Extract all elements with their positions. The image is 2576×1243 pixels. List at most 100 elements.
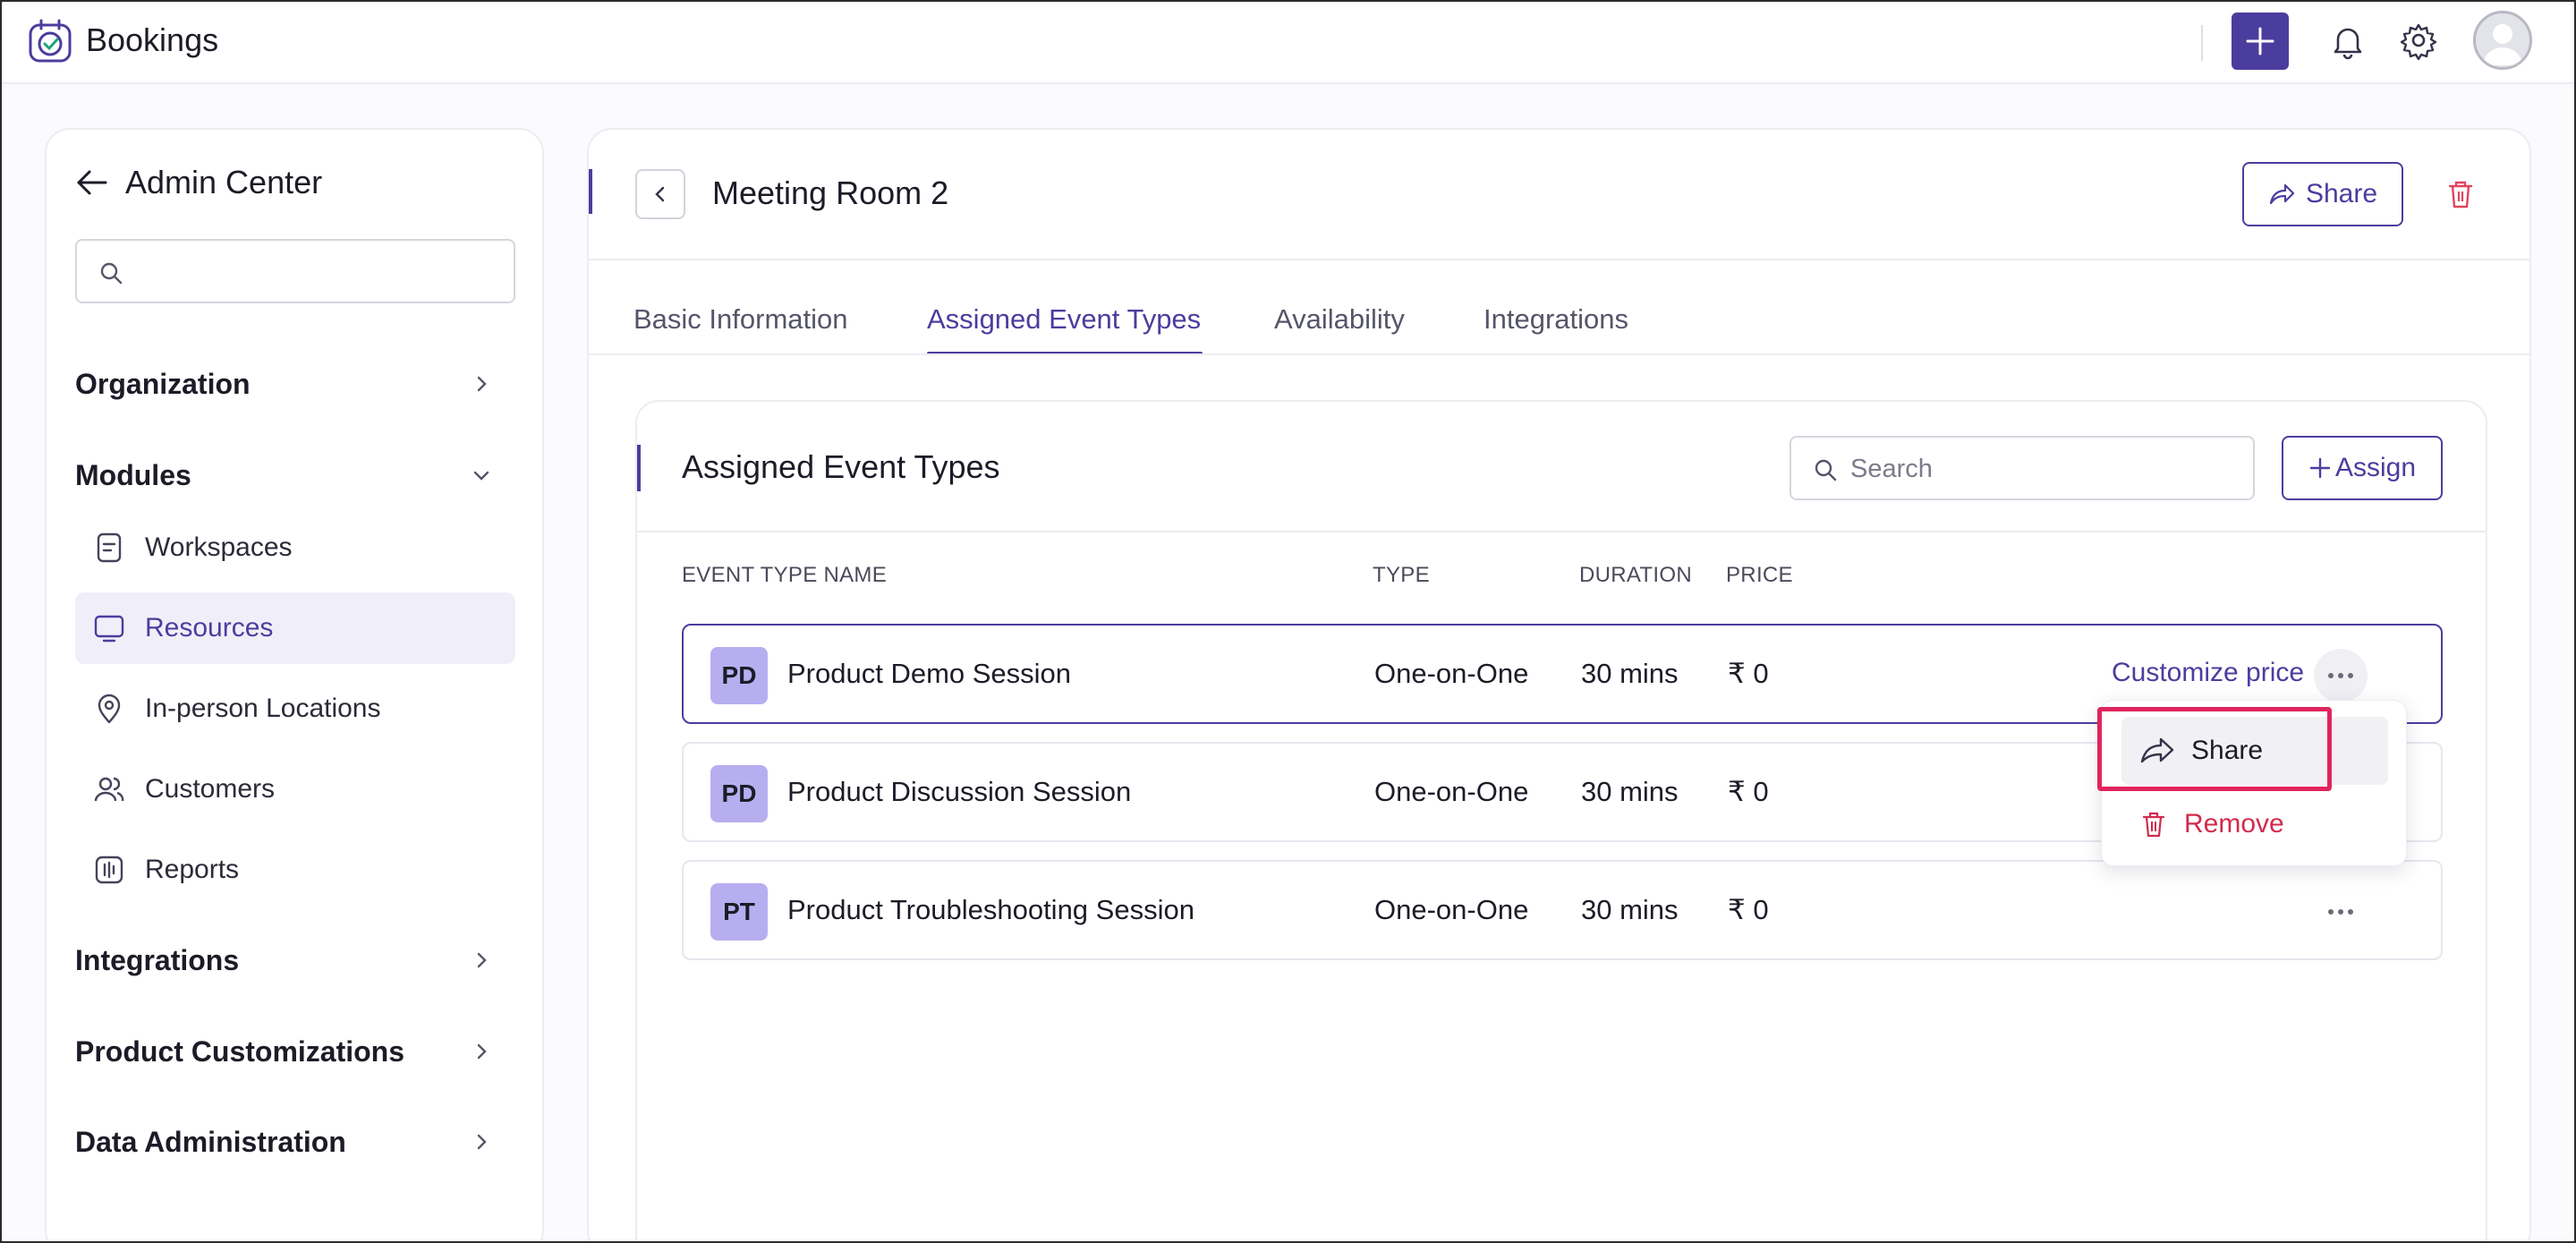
tab-availability[interactable]: Availability	[1274, 303, 1405, 336]
arrow-left-icon	[77, 170, 107, 195]
app-title: Bookings	[86, 21, 219, 58]
sidebar-item-resources[interactable]: Resources	[75, 592, 515, 664]
event-initials-badge: PD	[710, 647, 768, 704]
search-icon	[1815, 459, 1837, 481]
chevron-right-icon	[477, 952, 487, 968]
sidebar-item-label: In-person Locations	[145, 694, 381, 723]
monitor-icon	[94, 615, 124, 643]
sidebar-item-label: Reports	[145, 855, 240, 884]
section-label: Modules	[75, 458, 191, 491]
share-button[interactable]: Share	[2242, 162, 2403, 226]
trash-icon[interactable]	[2444, 178, 2477, 210]
column-header-price: PRICE	[1726, 563, 1793, 587]
sidebar-item-in-person-locations[interactable]: In-person Locations	[75, 673, 515, 745]
divider	[637, 531, 2486, 532]
share-icon	[2269, 183, 2295, 205]
event-search[interactable]	[1790, 436, 2255, 500]
event-type: One-on-One	[1374, 894, 1529, 925]
user-avatar[interactable]	[2473, 11, 2532, 70]
sidebar-section-organization[interactable]: Organization	[75, 357, 515, 411]
sidebar-search-input[interactable]	[134, 250, 501, 293]
column-header-duration: DURATION	[1579, 563, 1692, 587]
event-price: ₹ 0	[1728, 894, 1769, 925]
admin-center-label: Admin Center	[125, 164, 323, 200]
event-price: ₹ 0	[1728, 776, 1769, 807]
bell-icon[interactable]	[2328, 21, 2368, 61]
dot	[2348, 673, 2353, 678]
section-label: Integrations	[75, 943, 240, 976]
top-bar: Bookings	[0, 0, 2576, 84]
menu-item-remove[interactable]: Remove	[2121, 797, 2388, 851]
tab-basic-information[interactable]: Basic Information	[633, 303, 848, 336]
menu-item-share[interactable]: Share	[2121, 717, 2388, 785]
more-options-button[interactable]	[2314, 885, 2368, 939]
assign-button[interactable]: Assign	[2282, 436, 2443, 500]
dot	[2338, 673, 2343, 678]
dot	[2328, 673, 2334, 678]
sidebar-search[interactable]	[75, 239, 515, 303]
users-icon	[94, 777, 124, 802]
chevron-right-icon	[477, 1043, 487, 1060]
event-initials-badge: PD	[710, 765, 768, 822]
sidebar-item-workspaces[interactable]: Workspaces	[75, 512, 515, 583]
divider	[589, 353, 2529, 355]
reports-icon	[95, 856, 123, 884]
sidebar-item-label: Customers	[145, 774, 276, 804]
section-label: Product Customizations	[75, 1034, 405, 1068]
sidebar-item-label: Workspaces	[145, 532, 293, 562]
event-price: ₹ 0	[1728, 658, 1769, 689]
section-title: Assigned Event Types	[682, 448, 1000, 485]
event-name: Product Demo Session	[787, 658, 1072, 689]
section-label: Data Administration	[75, 1125, 346, 1158]
event-duration: 30 mins	[1581, 658, 1679, 689]
tab-integrations[interactable]: Integrations	[1484, 303, 1628, 336]
column-header-type: TYPE	[1373, 563, 1430, 587]
event-duration: 30 mins	[1581, 776, 1679, 807]
person-icon	[2483, 24, 2522, 65]
table-row[interactable]: PT Product Troubleshooting Session One-o…	[682, 860, 2443, 960]
column-header-name: EVENT TYPE NAME	[682, 563, 888, 587]
search-icon	[100, 262, 123, 285]
event-initials-badge: PT	[710, 883, 768, 941]
more-options-button[interactable]	[2314, 649, 2368, 702]
tab-assigned-event-types[interactable]: Assigned Event Types	[927, 303, 1201, 336]
row-options-menu: Share Remove	[2101, 700, 2407, 866]
chevron-down-icon	[473, 471, 489, 481]
event-type: One-on-One	[1374, 658, 1529, 689]
search-input[interactable]	[1850, 448, 2235, 490]
event-duration: 30 mins	[1581, 894, 1679, 925]
bookings-logo-icon	[29, 19, 72, 63]
event-type: One-on-One	[1374, 776, 1529, 807]
event-name: Product Troubleshooting Session	[787, 894, 1194, 925]
location-pin-icon	[98, 694, 121, 724]
sidebar-item-label: Resources	[145, 613, 274, 643]
sidebar: Admin Center Organization Modules Worksp…	[45, 128, 544, 1243]
menu-item-label: Share	[2191, 736, 2264, 765]
admin-center-back[interactable]: Admin Center	[75, 164, 322, 201]
trash-icon	[2142, 812, 2165, 838]
dot	[2338, 909, 2343, 915]
customize-price-link[interactable]: Customize price	[2112, 658, 2304, 688]
menu-item-label: Remove	[2184, 809, 2284, 839]
main-panel: Meeting Room 2 Share Basic Information A…	[587, 128, 2531, 1243]
accent-bar	[637, 445, 641, 491]
sidebar-section-product-customizations[interactable]: Product Customizations	[75, 1025, 515, 1078]
sidebar-section-modules[interactable]: Modules	[75, 448, 515, 502]
section-label: Organization	[75, 367, 251, 400]
divider	[2201, 25, 2203, 61]
back-button[interactable]	[635, 169, 685, 219]
chevron-right-icon	[477, 376, 487, 392]
page-title: Meeting Room 2	[712, 175, 949, 211]
add-button[interactable]	[2232, 13, 2289, 70]
sidebar-item-customers[interactable]: Customers	[75, 753, 515, 825]
gear-icon[interactable]	[2398, 20, 2439, 61]
share-label: Share	[2305, 179, 2378, 209]
chevron-left-icon	[655, 186, 665, 202]
sidebar-section-integrations[interactable]: Integrations	[75, 933, 515, 987]
accent-bar	[589, 169, 592, 214]
plus-icon	[2246, 27, 2274, 55]
sidebar-item-reports[interactable]: Reports	[75, 834, 515, 906]
assign-label: Assign	[2334, 453, 2417, 482]
sidebar-section-data-administration[interactable]: Data Administration	[75, 1115, 515, 1169]
plus-icon	[2309, 457, 2331, 479]
